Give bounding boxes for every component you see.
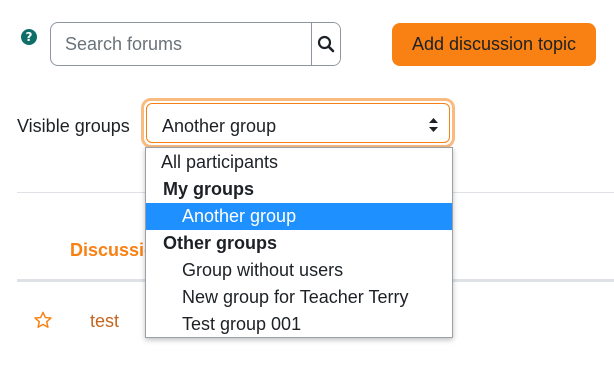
groups-dropdown-list: All participants My groups Another group… xyxy=(145,147,453,338)
optgroup-my-groups: My groups xyxy=(163,179,255,199)
visible-groups-select[interactable]: Another group xyxy=(141,98,455,148)
optgroup-other-groups: Other groups xyxy=(163,233,278,253)
option-new-group-teacher-terry[interactable]: New group for Teacher Terry xyxy=(146,284,452,311)
option-test-group-001[interactable]: Test group 001 xyxy=(146,311,452,338)
visible-groups-label: Visible groups xyxy=(17,116,130,136)
select-value: Another group xyxy=(162,116,277,136)
search-input[interactable] xyxy=(51,23,311,65)
option-another-group[interactable]: Another group xyxy=(146,203,452,230)
search-icon xyxy=(317,35,335,53)
column-header-discussion[interactable]: Discussio xyxy=(70,240,155,261)
help-icon[interactable]: ? xyxy=(21,29,37,45)
search-box xyxy=(50,22,341,66)
star-icon[interactable] xyxy=(34,311,52,329)
select-arrows-icon xyxy=(429,118,438,132)
option-group-without-users[interactable]: Group without users xyxy=(146,257,452,284)
discussion-link[interactable]: test xyxy=(90,311,119,332)
option-all-participants[interactable]: All participants xyxy=(146,149,452,176)
add-discussion-topic-button[interactable]: Add discussion topic xyxy=(392,23,596,66)
search-button[interactable] xyxy=(311,23,340,65)
